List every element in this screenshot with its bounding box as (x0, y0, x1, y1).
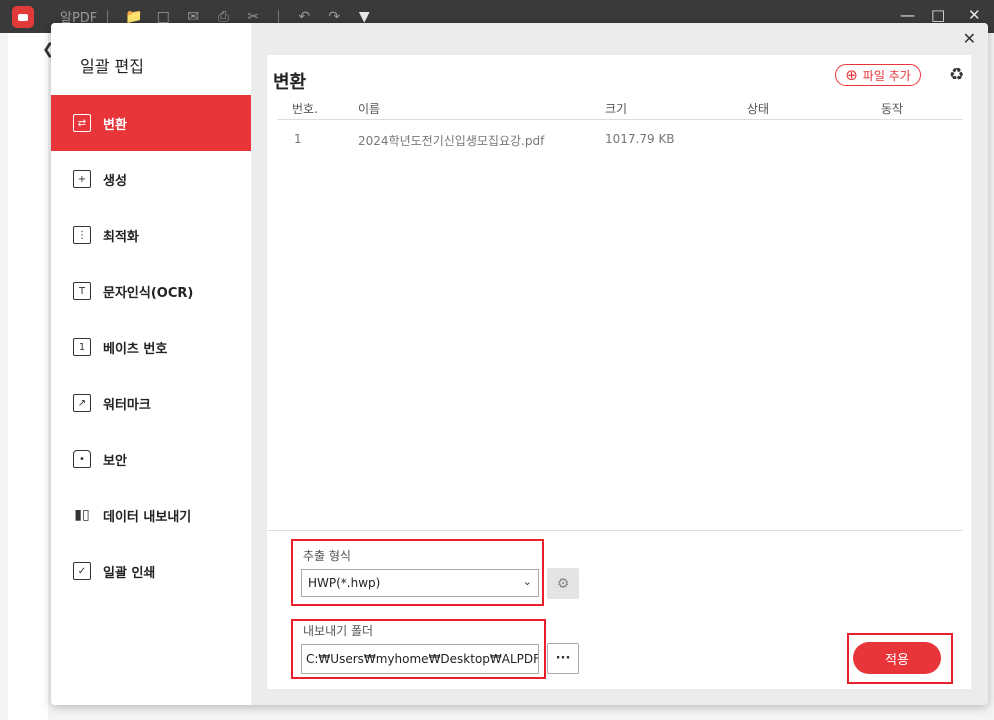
format-settings-button[interactable]: ⚙ (547, 568, 579, 599)
file-table-header: 번호. 이름 크기 상태 동작 (277, 100, 963, 120)
window-close-icon[interactable]: ✕ (968, 6, 981, 24)
row-file-name: 2024학년도전기신입생모집요강.pdf (358, 134, 545, 148)
sidebar-item-data-export[interactable]: ▮▯ 데이터 내보내기 (51, 487, 251, 543)
gear-icon: ⚙ (556, 575, 570, 592)
clear-list-icon[interactable]: ♻ (949, 65, 964, 85)
sidebar-item-label: 일괄 인쇄 (103, 565, 156, 581)
maximize-icon[interactable]: □ (931, 6, 945, 24)
sidebar-item-security[interactable]: • 보안 (51, 431, 251, 487)
convert-icon: ⇄ (73, 114, 91, 132)
sidebar-item-label: 워터마크 (103, 397, 151, 413)
sidebar-item-label: 문자인식(OCR) (103, 285, 194, 301)
create-icon: + (73, 170, 91, 188)
sidebar-item-label: 생성 (103, 173, 127, 189)
batch-edit-dialog: 일괄 편집 ⇄ 변환 + 생성 ⋮ 최적화 T 문자인식(OCR) 1 베이츠 … (51, 23, 988, 705)
column-header-number: 번호. (292, 102, 318, 116)
add-file-label: 파일 추가 (862, 68, 911, 83)
page-title: 변환 (273, 72, 307, 93)
close-icon[interactable]: ✕ (963, 29, 976, 48)
sidebar-item-ocr[interactable]: T 문자인식(OCR) (51, 263, 251, 319)
minimize-icon[interactable]: — (900, 6, 915, 24)
sidebar-item-convert[interactable]: ⇄ 변환 (51, 95, 251, 151)
column-header-status: 상태 (747, 102, 770, 116)
sidebar-item-watermark[interactable]: ↗ 워터마크 (51, 375, 251, 431)
bar-chart-icon: ▮▯ (74, 507, 90, 523)
optimize-icon: ⋮ (73, 226, 91, 244)
column-header-name: 이름 (358, 102, 381, 116)
bates-icon: 1 (73, 338, 91, 356)
row-number: 1 (294, 132, 302, 146)
browse-label: ··· (555, 651, 571, 666)
sidebar-item-label: 데이터 내보내기 (103, 509, 192, 525)
section-divider (267, 530, 963, 531)
toolbar-divider (278, 9, 280, 24)
row-file-size: 1017.79 KB (605, 132, 675, 146)
plus-icon: ⊕ (845, 65, 858, 84)
sidebar-title: 일괄 편집 (80, 57, 144, 76)
sidebar-item-label: 베이츠 번호 (103, 341, 168, 357)
toolbar-divider (107, 9, 109, 24)
sidebar-item-label: 최적화 (103, 229, 139, 245)
ocr-icon: T (73, 282, 91, 300)
column-header-action: 동작 (881, 102, 904, 116)
left-panel-background (8, 33, 48, 720)
browse-folder-button[interactable]: ··· (547, 643, 579, 674)
batch-sidebar: 일괄 편집 ⇄ 변환 + 생성 ⋮ 최적화 T 문자인식(OCR) 1 베이츠 … (51, 23, 251, 705)
print-batch-icon: ✓ (73, 562, 91, 580)
folder-highlight-box (291, 619, 546, 679)
lock-icon: • (73, 450, 91, 468)
sidebar-item-create[interactable]: + 생성 (51, 151, 251, 207)
watermark-icon: ↗ (73, 394, 91, 412)
sidebar-item-bates[interactable]: 1 베이츠 번호 (51, 319, 251, 375)
add-file-button[interactable]: ⊕ 파일 추가 (835, 64, 921, 86)
apply-highlight-box (847, 633, 953, 684)
sidebar-item-optimize[interactable]: ⋮ 최적화 (51, 207, 251, 263)
app-logo-icon (12, 5, 34, 28)
format-highlight-box (291, 539, 544, 606)
batch-main-area: ✕ 변환 ⊕ 파일 추가 ♻ 번호. 이름 크기 상태 동작 1 2024학년도… (251, 23, 988, 705)
sidebar-item-label: 변환 (103, 117, 127, 133)
table-row[interactable]: 1 2024학년도전기신입생모집요강.pdf 1017.79 KB (277, 132, 963, 152)
sidebar-item-label: 보안 (103, 453, 127, 469)
column-header-size: 크기 (605, 102, 628, 116)
sidebar-item-batch-print[interactable]: ✓ 일괄 인쇄 (51, 543, 251, 599)
